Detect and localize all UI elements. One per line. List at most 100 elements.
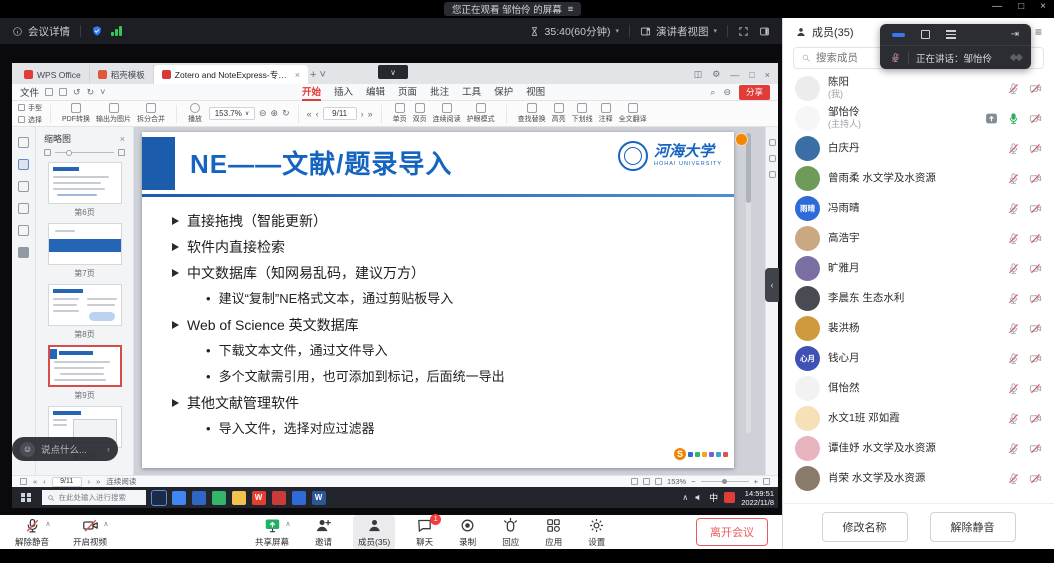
wps-tray-icon[interactable] xyxy=(724,492,735,503)
thumbnail-zoom-slider[interactable] xyxy=(36,147,133,160)
sidebar-toggle-icon[interactable] xyxy=(759,26,770,37)
taskbar-app-wps[interactable]: W xyxy=(252,491,266,505)
document-tab[interactable]: 稻壳模板 xyxy=(90,65,154,84)
wps-close-button[interactable]: × xyxy=(765,70,770,80)
member-row[interactable]: 高浩宇 xyxy=(783,223,1054,253)
thumbnails-icon[interactable] xyxy=(18,159,29,170)
wps-restore-button[interactable]: □ xyxy=(749,70,754,80)
clock[interactable]: 14:59:51 2022/11/8 xyxy=(741,489,774,507)
ribbon-全文翻译[interactable]: 全文翻译 xyxy=(616,103,650,124)
mic-off-icon[interactable] xyxy=(1007,412,1020,425)
page-indicator[interactable]: 9/11 xyxy=(323,107,357,120)
print-icon[interactable] xyxy=(59,88,67,96)
minimize-ribbon-icon[interactable]: ⊖ xyxy=(723,87,731,98)
toolbar-video-button[interactable]: ∧开启视频 xyxy=(68,515,112,550)
more-icon[interactable]: ˅ xyxy=(100,87,105,97)
share-toolbar-collapsed[interactable]: ∨ xyxy=(378,65,408,79)
list-view-icon[interactable] xyxy=(946,30,956,39)
search-menu-icon[interactable]: ⌕ xyxy=(710,87,715,98)
ribbon-输出为图片[interactable]: 输出为图片 xyxy=(93,103,134,124)
member-row[interactable]: 心月钱心月 xyxy=(783,343,1054,373)
mic-off-icon[interactable] xyxy=(1007,322,1020,335)
meeting-timer[interactable]: 35:40(60分钟) ▾ xyxy=(529,24,619,39)
chevron-up-icon[interactable]: ∧ xyxy=(45,520,50,528)
hamburger-icon[interactable]: ≡ xyxy=(568,4,574,15)
props-pane-icon[interactable] xyxy=(769,155,776,162)
member-row[interactable]: 水文1班 邓如霞 xyxy=(783,403,1054,433)
view-mode-selector[interactable]: 演讲者视图 ▾ xyxy=(640,24,717,39)
mic-off-icon[interactable] xyxy=(1007,442,1020,455)
mic-off-icon[interactable] xyxy=(1007,202,1020,215)
ribbon-单页[interactable]: 单页 xyxy=(390,103,410,124)
chevron-up-icon[interactable]: ∧ xyxy=(103,520,108,528)
restore-button[interactable]: □ xyxy=(1018,1,1024,12)
taskbar-search[interactable]: 在此处输入进行搜索 xyxy=(42,490,146,505)
fit-page-icon[interactable] xyxy=(763,478,770,485)
taskbar-app-chrome[interactable] xyxy=(172,491,186,505)
menu-5[interactable]: 工具 xyxy=(462,84,481,101)
cam-off-icon[interactable] xyxy=(1029,292,1042,305)
panel-collapse-handle[interactable]: ‹ xyxy=(765,268,779,302)
panel-menu-icon[interactable]: ≡ xyxy=(1035,25,1042,39)
leave-meeting-button[interactable]: 离开会议 xyxy=(696,518,768,546)
start-button[interactable] xyxy=(16,493,36,503)
member-row[interactable]: 谭佳妤 水文学及水资源 xyxy=(783,433,1054,463)
mic-off-icon[interactable] xyxy=(1007,82,1020,95)
mic-off-icon[interactable] xyxy=(1007,232,1020,245)
status-page-indicator[interactable]: 9/11 xyxy=(52,477,82,487)
mic-off-icon[interactable] xyxy=(1007,262,1020,275)
rename-button[interactable]: 修改名称 xyxy=(822,512,908,542)
minimize-button[interactable]: — xyxy=(992,1,1002,12)
toolbar-react-button[interactable]: 回应 xyxy=(497,515,524,550)
last-page-icon[interactable]: » xyxy=(96,477,100,486)
share-chip-icon[interactable] xyxy=(985,112,998,125)
quick-chat-bubble[interactable]: ☺ 说点什么... ‹ xyxy=(12,437,118,461)
cam-off-icon[interactable] xyxy=(1029,142,1042,155)
wps-minimize-button[interactable]: — xyxy=(730,70,739,80)
new-tab-button[interactable]: + ˅ xyxy=(310,69,326,81)
menu-6[interactable]: 保护 xyxy=(494,84,513,101)
ribbon-连续阅读[interactable]: 连续阅读 xyxy=(430,103,464,124)
member-row[interactable]: 雨晴冯雨晴 xyxy=(783,193,1054,223)
unmute-button[interactable]: 解除静音 xyxy=(930,512,1016,542)
cam-off-icon[interactable] xyxy=(1029,172,1042,185)
nav-pane-icon[interactable] xyxy=(769,139,776,146)
toolbar-apps-button[interactable]: 应用 xyxy=(540,515,567,550)
menu-1[interactable]: 插入 xyxy=(334,84,353,101)
taskbar-app-word[interactable]: W xyxy=(312,491,326,505)
view-double-icon[interactable] xyxy=(643,478,650,485)
document-canvas[interactable]: NE——文献/题录导入 河海大学 HOHAI UNIVERSITY 直接拖拽（智… xyxy=(134,127,765,475)
cam-off-icon[interactable] xyxy=(1029,382,1042,395)
zoom-out-icon[interactable]: ⊖ xyxy=(259,108,267,119)
taskbar-app-pdf-app[interactable] xyxy=(272,491,286,505)
ribbon-下划线[interactable]: 下划线 xyxy=(569,103,596,124)
ribbon-手型[interactable]: 手型 xyxy=(18,103,42,113)
member-row[interactable]: 邹怡伶(主持人) xyxy=(783,103,1054,133)
tray-expand-icon[interactable]: ∧ xyxy=(682,493,688,502)
attachment-icon[interactable] xyxy=(18,203,29,214)
page-thumbnail[interactable]: 第7页 xyxy=(48,223,122,279)
comment-icon[interactable] xyxy=(18,181,29,192)
first-page-icon[interactable]: « xyxy=(33,477,37,486)
zoom-select[interactable]: 153.7%∨ xyxy=(209,107,255,120)
next-page-icon[interactable]: › xyxy=(88,477,91,486)
prev-page-icon[interactable]: ‹ xyxy=(316,109,319,119)
ribbon-PDF转换[interactable]: PDF转换 xyxy=(59,103,93,124)
ribbon-查找替换[interactable]: 查找替换 xyxy=(515,103,549,124)
read-mode-label[interactable]: 连续阅读 xyxy=(106,476,136,487)
pen-icon[interactable] xyxy=(18,225,29,236)
chevron-up-icon[interactable]: ∧ xyxy=(285,520,290,528)
member-row[interactable]: 裴洪杨 xyxy=(783,313,1054,343)
member-row[interactable]: 白庆丹 xyxy=(783,133,1054,163)
panel-settings-icon[interactable] xyxy=(18,247,29,258)
view-continuous-icon[interactable] xyxy=(655,478,662,485)
cam-off-icon[interactable] xyxy=(1029,82,1042,95)
first-page-icon[interactable]: « xyxy=(307,109,312,119)
taskbar-app-edge[interactable] xyxy=(192,491,206,505)
toolbar-members-button[interactable]: 成员(35) xyxy=(353,515,395,550)
close-button[interactable]: × xyxy=(1040,1,1046,12)
mic-off-icon[interactable] xyxy=(1007,292,1020,305)
mic-off-icon[interactable] xyxy=(1007,382,1020,395)
member-row[interactable]: 李晨东 生态水利 xyxy=(783,283,1054,313)
toolbar-share-button[interactable]: ∧共享屏幕 xyxy=(250,515,294,550)
